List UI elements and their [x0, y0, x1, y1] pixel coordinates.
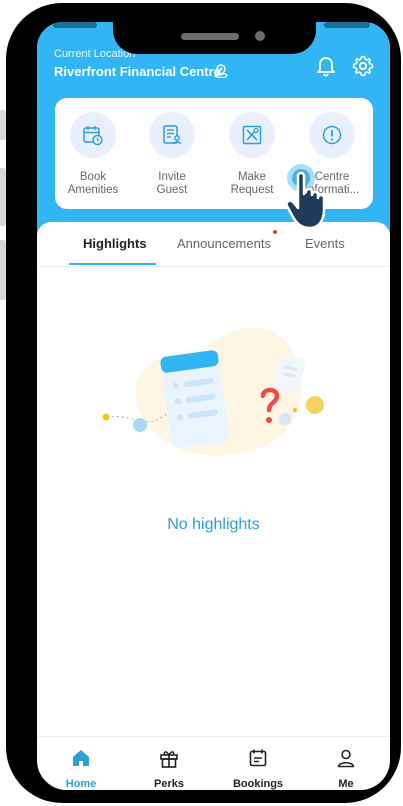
empty-state-message: No highlights: [167, 516, 260, 533]
nav-bookings[interactable]: Bookings: [223, 747, 293, 790]
nav-label: Bookings: [232, 778, 284, 790]
bookings-icon: [249, 749, 267, 767]
action-label-line1: Invite: [158, 171, 186, 183]
action-label-line2: Amenities: [67, 184, 119, 196]
nav-label: Me: [338, 778, 354, 790]
nav-label: Perks: [154, 778, 184, 790]
tab-highlights[interactable]: Highlights: [83, 236, 147, 251]
invite-guest-button[interactable]: Invite Guest: [135, 112, 209, 197]
nav-perks[interactable]: Perks: [134, 747, 204, 790]
location-pin-icon[interactable]: [213, 63, 229, 79]
nav-me[interactable]: Me: [311, 747, 381, 790]
bell-icon[interactable]: [316, 55, 336, 77]
phone-frame: Current Location Riverfront Financial Ce…: [6, 3, 401, 803]
empty-state-illustration: [102, 327, 324, 456]
action-label-line1: Book: [79, 171, 107, 183]
tab-announcements[interactable]: Announcements: [177, 236, 271, 251]
action-label-line2: Guest: [156, 184, 188, 196]
front-camera: [255, 31, 265, 41]
gear-icon[interactable]: [352, 55, 374, 77]
gift-icon: [160, 751, 178, 768]
action-label-line2: Request: [230, 184, 274, 196]
phone-notch: [113, 22, 316, 54]
nav-label: Home: [65, 778, 97, 790]
announcements-badge: [273, 230, 277, 234]
calendar-clock-icon: [70, 112, 116, 158]
active-tab-indicator: [69, 263, 156, 265]
speaker-grille: [181, 33, 239, 40]
action-label-line1: Make: [237, 171, 267, 183]
bottom-nav: Home Perks Bookings Me: [37, 736, 390, 790]
home-icon: [73, 750, 89, 766]
book-amenities-button[interactable]: Book Amenities: [56, 112, 130, 197]
tap-gesture-hand-icon: [285, 164, 326, 230]
guest-card-icon: [149, 112, 195, 158]
status-bar-indicators: [324, 22, 370, 28]
nav-home[interactable]: Home: [46, 747, 116, 790]
status-bar-time: [53, 22, 97, 28]
make-request-button[interactable]: Make Request: [215, 112, 289, 197]
info-icon: [309, 112, 355, 158]
app-screen: Current Location Riverfront Financial Ce…: [37, 22, 390, 790]
tab-events[interactable]: Events: [305, 236, 345, 251]
tools-icon: [229, 112, 275, 158]
person-icon: [337, 749, 355, 768]
location-name[interactable]: Riverfront Financial Centre: [54, 64, 221, 79]
